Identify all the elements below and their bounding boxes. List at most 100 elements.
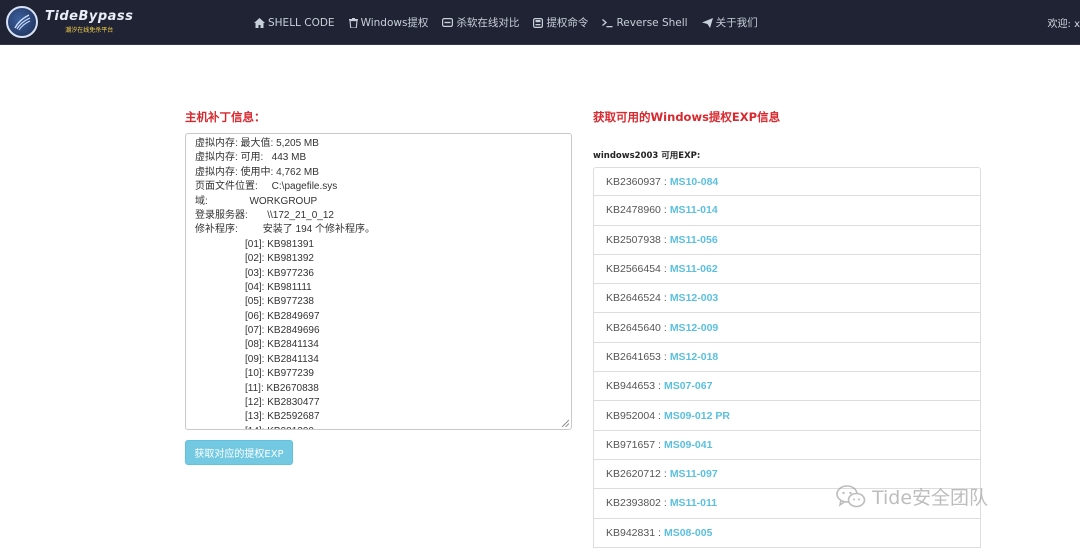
brand[interactable]: TideBypass 潮汐在线免杀平台 — [6, 4, 133, 40]
patch-kb-line: [01]: KB981391 — [245, 238, 314, 250]
watermark: Tide安全团队 — [836, 483, 988, 510]
nav-windows-privesc[interactable]: Windows提权 — [348, 15, 429, 30]
nav-label: 提权命令 — [546, 17, 589, 29]
watermark-text: Tide安全团队 — [872, 487, 989, 509]
patch-line: 修补程序: 安装了 194 个修补程序。 — [195, 224, 376, 236]
patch-line: 虚拟内存: 可用: 443 MB — [195, 152, 307, 164]
patch-kb-line: [13]: KB2592687 — [245, 411, 320, 423]
main-nav: SHELL CODE Windows提权 杀软在线对比 提权命令 Reverse… — [254, 0, 772, 45]
patch-line: 页面文件位置: C:\pagefile.sys — [195, 181, 338, 193]
patch-kb-line: [04]: KB981111 — [245, 281, 312, 293]
exp-list-item: KB2566454: MS11-062 — [593, 254, 981, 285]
exp-list-item: KB2360937: MS10-084 — [593, 167, 981, 197]
exp-separator: : — [663, 321, 667, 334]
trash-icon — [348, 17, 358, 28]
exp-ms-link[interactable]: MS09-012 PR — [664, 410, 730, 422]
get-exp-button[interactable]: 获取对应的提权EXP — [185, 440, 293, 465]
nav-av-compare[interactable]: 杀软在线对比 — [442, 15, 519, 30]
exp-list-item: KB2641653: MS12-018 — [593, 342, 981, 373]
exp-kb-id: KB2620712 — [606, 468, 661, 481]
patch-kb-line: [08]: KB2841134 — [245, 339, 319, 351]
terminal-icon — [602, 18, 613, 27]
patch-kb-line: [14]: KB981390 — [195, 425, 571, 429]
exp-separator: : — [663, 204, 667, 217]
exp-ms-link[interactable]: MS11-062 — [670, 263, 718, 275]
exp-separator: : — [663, 497, 667, 510]
exp-ms-link[interactable]: MS11-011 — [670, 497, 717, 509]
patch-info-textarea[interactable]: 虚拟内存: 最大值: 5,205 MB 虚拟内存: 可用: 443 MB 虚拟内存:… — [185, 133, 572, 430]
nav-label: Windows提权 — [360, 17, 429, 29]
nav-label: Reverse Shell — [616, 16, 688, 29]
exp-list-item: KB971657: MS09-041 — [593, 430, 981, 460]
exp-ms-link[interactable]: MS12-003 — [670, 292, 718, 304]
exp-list-item: KB942831: MS08-005 — [593, 518, 981, 548]
patch-line: 域: WORKGROUP — [195, 195, 318, 207]
patch-info-title: 主机补丁信息： — [185, 110, 266, 124]
exp-separator: : — [663, 350, 667, 363]
exp-list-item: KB2478960: MS11-014 — [593, 196, 981, 226]
nav-shell-code[interactable]: SHELL CODE — [254, 17, 335, 29]
exp-kb-id: KB2360937 — [606, 175, 661, 188]
exp-separator: : — [658, 380, 661, 393]
exp-ms-link[interactable]: MS11-014 — [670, 204, 718, 216]
exp-kb-id: KB2478960 — [606, 204, 661, 217]
exp-info-title: 获取可用的Windows提权EXP信息 — [593, 110, 781, 124]
patch-kb-line: [09]: KB2841134 — [245, 353, 319, 365]
exp-kb-id: KB944653 — [606, 380, 656, 393]
patch-kb-line: [02]: KB981392 — [245, 253, 314, 265]
welcome-user[interactable]: 欢迎: x — [1048, 15, 1080, 30]
brand-subtitle: 潮汐在线免杀平台 — [65, 27, 114, 34]
exp-kb-id: KB2645640 — [606, 321, 661, 334]
patch-kb-line: [05]: KB977238 — [245, 296, 314, 308]
patch-kb-line: [12]: KB2830477 — [245, 397, 320, 409]
brand-title: TideBypass — [45, 9, 134, 24]
exp-separator: : — [658, 526, 661, 539]
window-icon — [442, 18, 454, 27]
exp-ms-link[interactable]: MS08-005 — [664, 527, 712, 539]
nav-label: 杀软在线对比 — [456, 17, 520, 29]
exp-list-item: KB2507938: MS11-056 — [593, 225, 981, 255]
exp-ms-link[interactable]: MS11-097 — [670, 468, 718, 480]
exp-kb-id: KB2507938 — [606, 233, 661, 246]
nav-label: SHELL CODE — [268, 16, 335, 29]
exp-separator: : — [663, 263, 667, 276]
exp-ms-link[interactable]: MS11-056 — [670, 234, 718, 246]
exp-separator: : — [663, 468, 667, 481]
nav-reverse-shell[interactable]: Reverse Shell — [602, 16, 688, 29]
exp-separator: : — [663, 233, 667, 246]
exp-kb-id: KB2566454 — [606, 263, 661, 276]
patch-kb-line: [07]: KB2849696 — [245, 325, 320, 337]
exp-list-item: KB952004: MS09-012 PR — [593, 401, 981, 431]
exp-ms-link[interactable]: MS07-067 — [664, 380, 712, 392]
wechat-icon — [836, 484, 866, 507]
patch-line: 登录服务器: \\172_21_0_12 — [195, 209, 334, 221]
exp-kb-id: KB2393802 — [606, 497, 661, 510]
exp-kb-id: KB971657 — [606, 438, 656, 451]
exp-kb-id: KB942831 — [606, 526, 656, 539]
top-navbar: TideBypass 潮汐在线免杀平台 SHELL CODE Windows提权… — [0, 0, 1080, 45]
exp-ms-link[interactable]: MS09-041 — [664, 439, 712, 451]
exp-list-item: KB2646524: MS12-003 — [593, 284, 981, 314]
exp-kb-id: KB952004 — [606, 409, 656, 422]
nav-label: 关于我们 — [715, 17, 758, 29]
exp-list-item: KB2645640: MS12-009 — [593, 313, 981, 343]
patch-line: 虚拟内存: 使用中: 4,762 MB — [195, 166, 319, 178]
exp-separator: : — [663, 292, 667, 305]
save-icon — [533, 17, 544, 28]
patch-line: 虚拟内存: 最大值: 5,205 MB — [195, 138, 319, 149]
patch-kb-line: [06]: KB2849697 — [245, 310, 320, 322]
exp-kb-id: KB2641653 — [606, 350, 661, 363]
exp-list-item: KB944653: MS07-067 — [593, 372, 981, 402]
exp-ms-link[interactable]: MS12-018 — [670, 351, 718, 363]
exp-separator: : — [663, 175, 667, 188]
resize-grip-icon[interactable] — [561, 419, 569, 427]
nav-privesc-commands[interactable]: 提权命令 — [533, 15, 588, 30]
nav-about-us[interactable]: 关于我们 — [701, 15, 758, 30]
patch-kb-line: [10]: KB977239 — [245, 368, 314, 380]
patch-kb-line: [03]: KB977236 — [245, 267, 314, 279]
exp-separator: : — [658, 409, 661, 422]
send-icon — [701, 17, 713, 28]
exp-separator: : — [658, 438, 661, 451]
exp-ms-link[interactable]: MS10-084 — [670, 176, 718, 188]
exp-ms-link[interactable]: MS12-009 — [670, 322, 718, 334]
